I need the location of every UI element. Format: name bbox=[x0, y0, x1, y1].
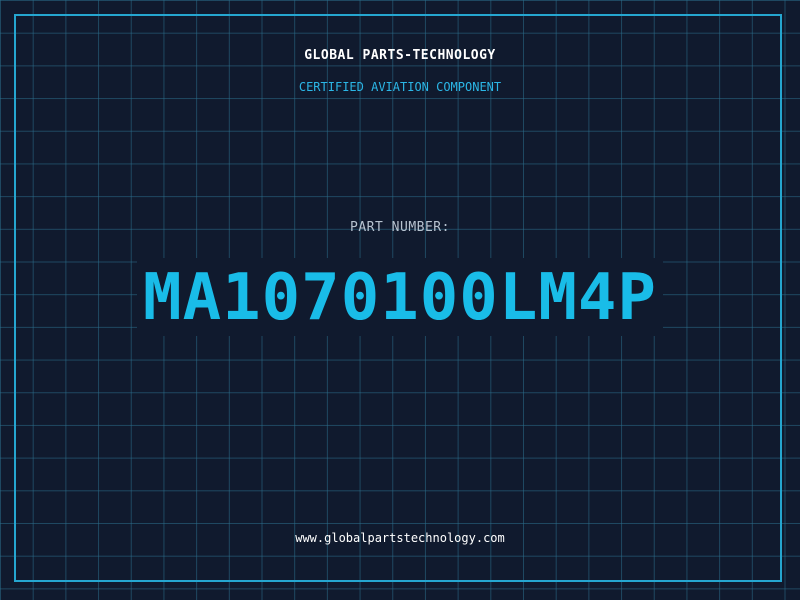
company-name: GLOBAL PARTS-TECHNOLOGY bbox=[304, 48, 496, 63]
tagline: CERTIFIED AVIATION COMPONENT bbox=[298, 80, 502, 94]
part-number-value: MA1070100LM4P bbox=[137, 258, 663, 336]
website-link[interactable]: www.globalpartstechnology.com bbox=[0, 531, 800, 545]
part-number-container: MA1070100LM4P bbox=[0, 258, 800, 336]
part-number-label: PART NUMBER: bbox=[350, 220, 450, 235]
